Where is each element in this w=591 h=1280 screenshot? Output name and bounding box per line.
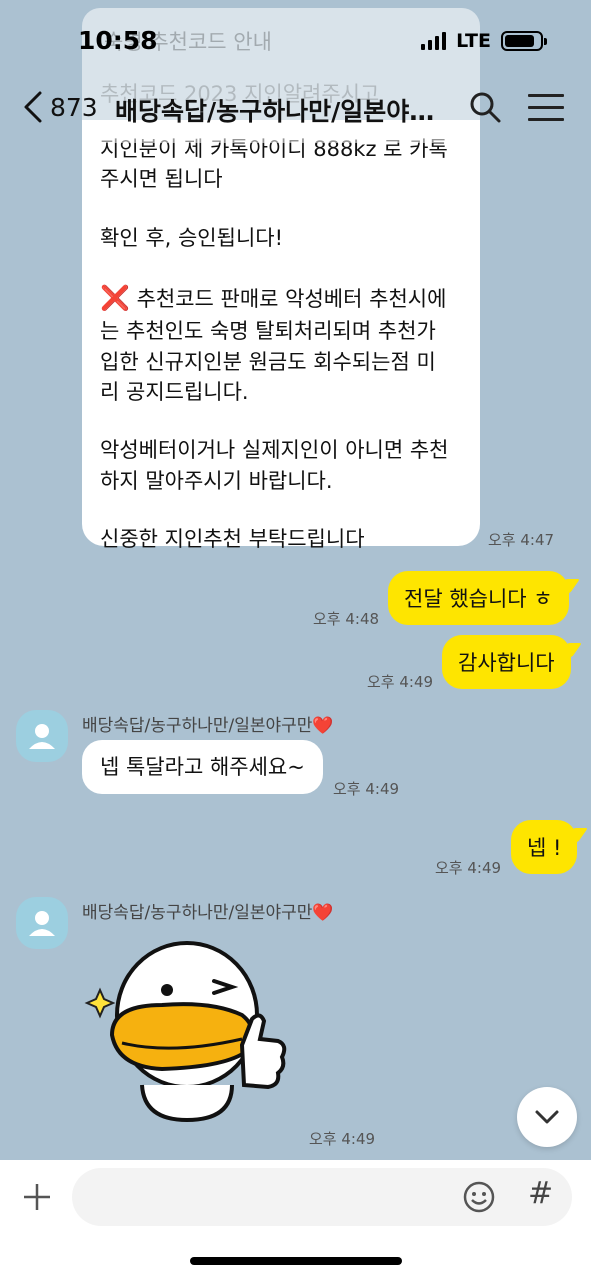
- sender-avatar[interactable]: [16, 897, 68, 949]
- scroll-to-bottom-button[interactable]: [517, 1087, 577, 1147]
- their-message-bubble[interactable]: 넵 톡달라고 해주세요~: [82, 740, 323, 795]
- sender-name: 배당속답/농구하나만/일본야구만❤️: [82, 903, 334, 923]
- notice-paragraph-5: 신중한 지인추천 부탁드립니다: [100, 527, 365, 552]
- battery-icon: [501, 31, 547, 51]
- message-text: 넵 톡달라고 해주세요~: [100, 755, 305, 779]
- message-text: 전달 했습니다 ㅎ: [404, 587, 553, 611]
- status-time: 10:58: [78, 26, 158, 55]
- message-input-bar: #: [0, 1160, 591, 1280]
- chat-title: 배당속답/농구하나만/일본야구만: [115, 97, 455, 126]
- notice-paragraph-4: 악성베터이거나 실제지인이 아니면 추천 하지 말아주시기 바랍니다.: [100, 438, 449, 493]
- my-message-bubble[interactable]: 전달 했습니다 ㅎ: [388, 571, 569, 625]
- my-message-bubble[interactable]: 감사합니다: [442, 635, 571, 689]
- message-input[interactable]: [72, 1168, 572, 1226]
- notice-paragraph-2: 확인 후, 승인됩니다!: [100, 225, 284, 250]
- thumbs-up-duck-sticker[interactable]: [82, 935, 292, 1125]
- default-profile-icon: [29, 911, 55, 936]
- message-text: 감사합니다: [458, 651, 555, 675]
- notice-paragraph-3-text: 추천코드 판매로 악성베터 추천시에 는 추천인도 숙명 탈퇴처리되며 추천가 …: [100, 287, 447, 404]
- plus-icon[interactable]: [22, 1182, 52, 1212]
- back-chevron-icon: [24, 91, 42, 123]
- hash-icon[interactable]: #: [528, 1176, 553, 1211]
- message-time: 오후 4:49: [309, 1130, 376, 1148]
- back-button[interactable]: 873: [22, 90, 98, 124]
- message-time: 오후 4:49: [333, 780, 400, 798]
- menu-icon[interactable]: [528, 94, 564, 122]
- cross-mark-icon: ❌: [100, 284, 130, 313]
- message-time: 오후 4:48: [313, 610, 380, 628]
- chevron-down-icon: [535, 1110, 559, 1124]
- network-label: LTE: [456, 30, 491, 52]
- emoji-icon[interactable]: [462, 1180, 496, 1214]
- unread-count: 873: [50, 92, 98, 122]
- heart-icon: ❤️: [312, 903, 334, 923]
- message-time: 오후 4:49: [435, 859, 502, 877]
- home-indicator[interactable]: [190, 1257, 402, 1265]
- chat-header: 873 배당속답/농구하나만/일본야구만: [0, 80, 591, 138]
- notice-paragraph-1: 지인분이 제 카톡아이디 888kz 로 카톡 주시면 됩니다: [100, 137, 448, 192]
- heart-icon: ❤️: [312, 716, 334, 736]
- notice-paragraph-3: ❌ 추천코드 판매로 악성베터 추천시에 는 추천인도 숙명 탈퇴처리되며 추천…: [100, 281, 462, 407]
- signal-icon: [421, 32, 447, 50]
- message-time: 오후 4:47: [488, 531, 555, 549]
- status-indicators: LTE: [421, 30, 547, 52]
- message-time: 오후 4:49: [367, 673, 434, 691]
- search-icon[interactable]: [468, 90, 502, 124]
- sender-avatar[interactable]: [16, 710, 68, 762]
- message-text: 넵 !: [527, 836, 562, 860]
- notice-message: 지인분이 제 카톡아이디 888kz 로 카톡 주시면 됩니다 확인 후, 승인…: [82, 120, 480, 551]
- status-bar: 10:58 LTE: [0, 0, 591, 80]
- my-message-bubble[interactable]: 넵 !: [511, 820, 578, 874]
- sender-name: 배당속답/농구하나만/일본야구만❤️: [82, 716, 334, 736]
- default-profile-icon: [29, 724, 55, 749]
